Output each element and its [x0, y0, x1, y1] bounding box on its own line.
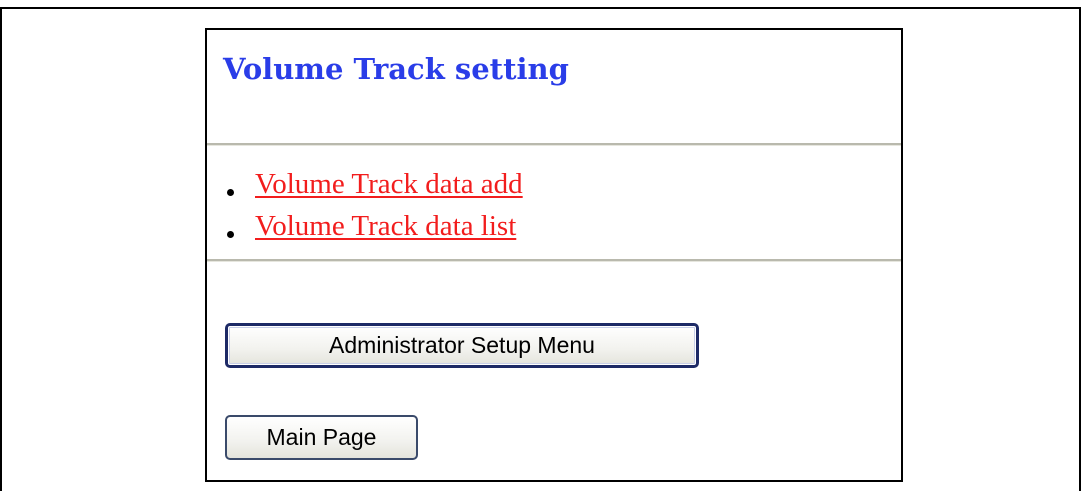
volume-track-data-add-link[interactable]: Volume Track data add	[255, 168, 523, 200]
bullet-icon	[227, 189, 234, 196]
administrator-setup-menu-button[interactable]: Administrator Setup Menu	[225, 323, 699, 368]
list-item-data-list: Volume Track data list	[207, 210, 523, 252]
link-list: Volume Track data add Volume Track data …	[207, 168, 523, 252]
bullet-icon	[227, 231, 234, 238]
divider-top	[207, 143, 901, 146]
settings-panel: Volume Track setting Volume Track data a…	[205, 28, 903, 482]
volume-track-data-list-link[interactable]: Volume Track data list	[255, 210, 516, 242]
main-page-button[interactable]: Main Page	[225, 415, 418, 460]
list-item-data-add: Volume Track data add	[207, 168, 523, 210]
page-title: Volume Track setting	[223, 52, 569, 86]
divider-bottom	[207, 259, 901, 262]
